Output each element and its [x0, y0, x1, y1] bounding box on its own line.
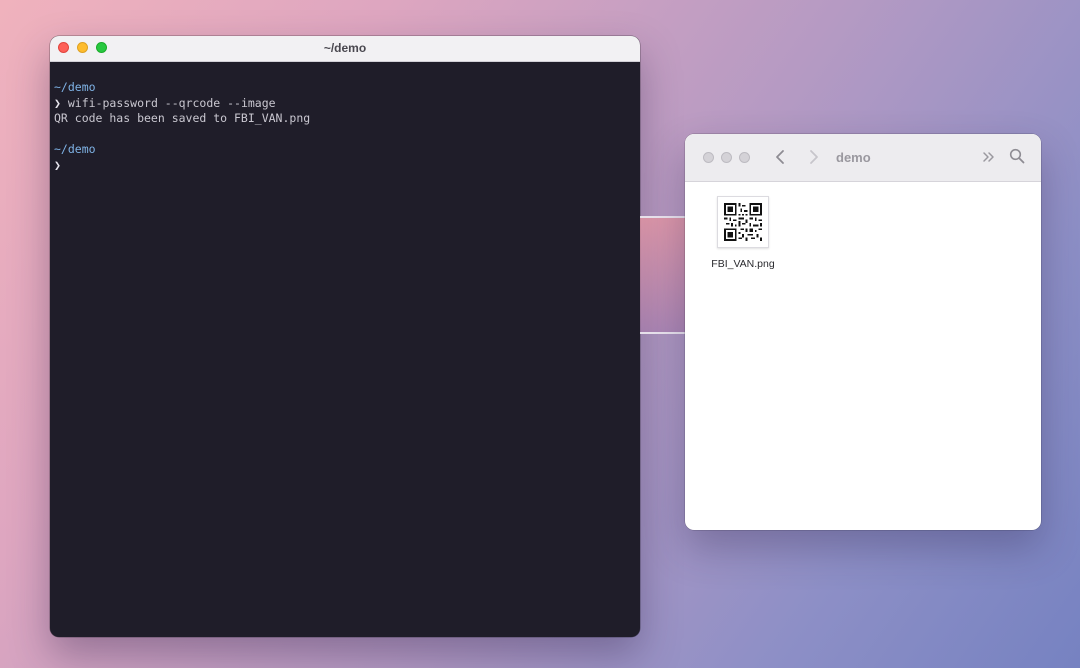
command-output: QR code has been saved to FBI_VAN.png — [54, 111, 311, 125]
zoom-window-button[interactable] — [739, 152, 750, 163]
prompt-directory: ~/demo — [54, 80, 96, 94]
chevron-left-icon[interactable] — [773, 148, 789, 166]
terminal-title: ~/demo — [323, 41, 367, 55]
minimize-window-button[interactable] — [721, 152, 732, 163]
terminal-titlebar[interactable]: ~/demo — [50, 36, 640, 62]
active-prompt-line[interactable]: ❯ — [54, 158, 640, 174]
terminal-content[interactable]: ~/demo ❯ wifi-password --qrcode --image … — [50, 62, 640, 173]
chevron-right-icon[interactable] — [805, 148, 821, 166]
prompt-directory: ~/demo — [54, 142, 96, 156]
divider-line — [640, 216, 686, 218]
finder-title: demo — [836, 150, 871, 165]
prompt-chevron: ❯ — [54, 95, 61, 110]
close-window-button[interactable] — [703, 152, 714, 163]
search-icon[interactable] — [1009, 148, 1025, 164]
window-controls — [703, 152, 750, 163]
double-chevron-right-icon[interactable] — [981, 149, 997, 165]
file-item[interactable]: FBI_VAN.png — [707, 196, 779, 270]
command-line: ❯ wifi-password --qrcode --image — [54, 96, 640, 112]
command-text: wifi-password --qrcode --image — [67, 95, 276, 110]
prompt-chevron: ❯ — [54, 157, 61, 172]
finder-toolbar[interactable]: demo — [685, 134, 1041, 182]
finder-window: demo FBI_VAN.png — [685, 134, 1041, 530]
background-reflection — [640, 218, 686, 332]
qr-code-icon — [717, 196, 769, 248]
terminal-window: ~/demo ~/demo ❯ wifi-password --qrcode -… — [50, 36, 640, 637]
file-name: FBI_VAN.png — [711, 258, 775, 270]
divider-line — [640, 332, 686, 334]
